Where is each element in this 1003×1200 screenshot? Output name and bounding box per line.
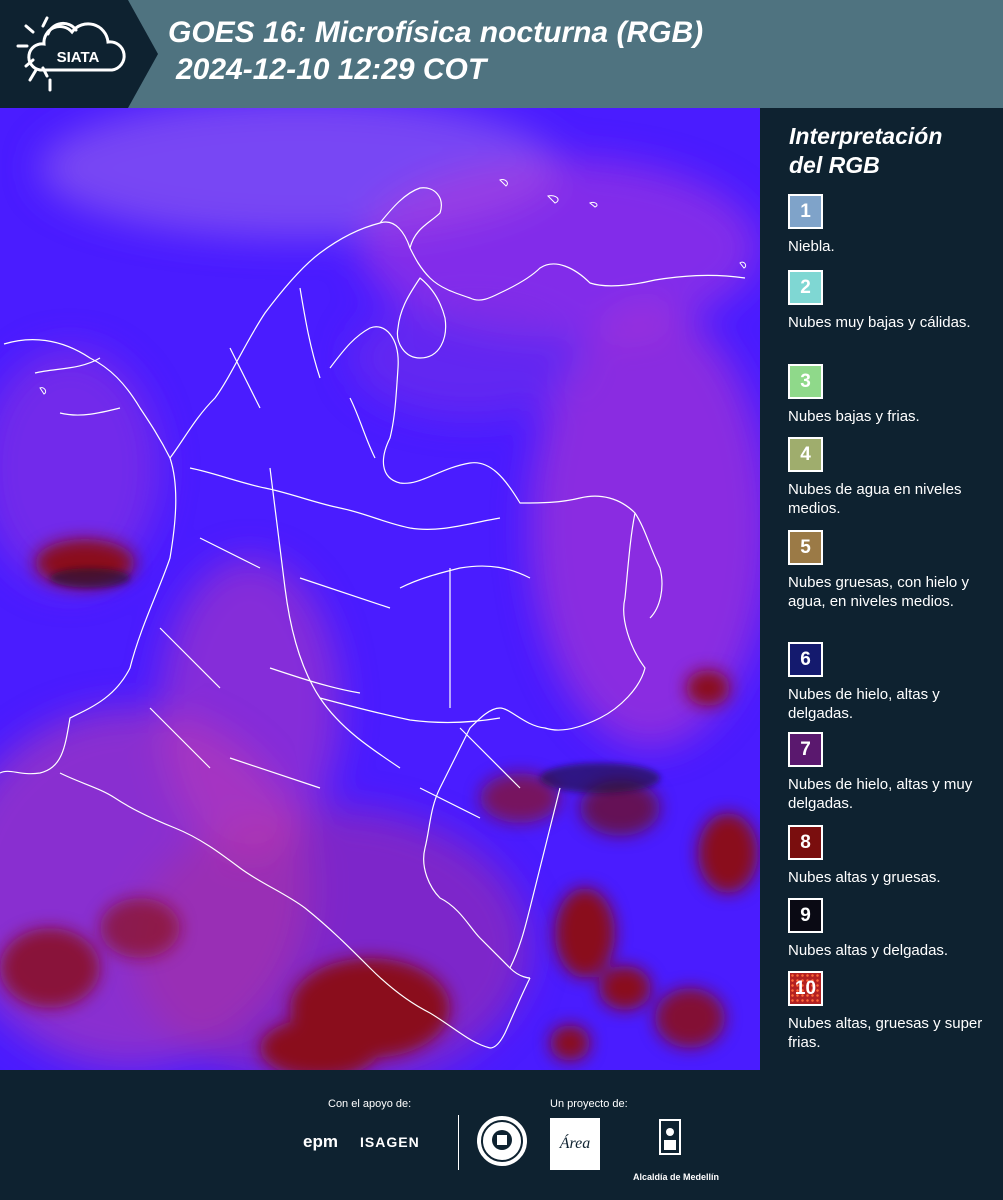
area-metropolitana-logo: Área bbox=[550, 1118, 600, 1170]
title-line-2: 2024-12-10 12:29 COT bbox=[176, 53, 487, 86]
legend-swatch: 2 bbox=[788, 270, 823, 305]
legend-desc: Nubes altas y delgadas. bbox=[788, 942, 949, 959]
legend-swatch: 7 bbox=[788, 732, 823, 767]
legend-desc: Nubes altas, gruesas y super frias. bbox=[788, 1015, 983, 1051]
area-logo-text: Área bbox=[559, 1133, 591, 1152]
legend-item: 5 Nubes gruesas, con hielo y agua, en ni… bbox=[788, 530, 998, 611]
legend-item: 6 Nubes de hielo, altas y delgadas. bbox=[788, 642, 998, 723]
support-label: Con el apoyo de: bbox=[328, 1098, 412, 1110]
title-line-1: GOES 16: Microfísica nocturna (RGB) bbox=[168, 16, 704, 49]
legend-item: 7 Nubes de hielo, altas y muy delgadas. bbox=[788, 732, 998, 813]
epm-logo: epm bbox=[303, 1132, 338, 1151]
legend-swatch: 6 bbox=[788, 642, 823, 677]
legend-swatch: 10 bbox=[788, 971, 823, 1006]
legend-item: 8 Nubes altas y gruesas. bbox=[788, 825, 998, 887]
legend-swatch: 1 bbox=[788, 194, 823, 229]
legend-title-line-1: Interpretación bbox=[789, 123, 943, 149]
legend-panel: Interpretación del RGB 1 Niebla. 2 Nubes… bbox=[760, 108, 1003, 1070]
legend-desc: Nubes altas y gruesas. bbox=[788, 869, 941, 886]
legend-swatch: 5 bbox=[788, 530, 823, 565]
seal-icon bbox=[481, 1120, 523, 1162]
legend-item: 9 Nubes altas y delgadas. bbox=[788, 898, 998, 960]
legend-desc: Nubes bajas y frias. bbox=[788, 408, 920, 425]
legend-item: 4 Nubes de agua en niveles medios. bbox=[788, 437, 998, 518]
legend-item: 3 Nubes bajas y frias. bbox=[788, 364, 998, 426]
legend-swatch: 3 bbox=[788, 364, 823, 399]
legend-swatch: 4 bbox=[788, 437, 823, 472]
isagen-logo: ISAGEN bbox=[360, 1134, 420, 1150]
legend-title: Interpretación del RGB bbox=[789, 122, 942, 180]
legend-swatch: 9 bbox=[788, 898, 823, 933]
legend-swatch: 8 bbox=[788, 825, 823, 860]
header: SIATA GOES 16: Microfísica nocturna (RGB… bbox=[0, 0, 1003, 108]
seal-logo bbox=[477, 1116, 527, 1166]
legend-desc: Nubes de hielo, altas y muy delgadas. bbox=[788, 776, 973, 812]
legend-item: 1 Niebla. bbox=[788, 194, 998, 256]
page: SIATA GOES 16: Microfísica nocturna (RGB… bbox=[0, 0, 1003, 1200]
footer-divider bbox=[458, 1115, 459, 1170]
legend-item: 10 Nubes altas, gruesas y super frias. bbox=[788, 971, 998, 1052]
legend-desc: Nubes de agua en niveles medios. bbox=[788, 481, 962, 517]
alcaldia-text: Alcaldía de Medellín bbox=[633, 1172, 720, 1182]
alcaldia-logo bbox=[659, 1119, 681, 1155]
page-title: GOES 16: Microfísica nocturna (RGB) 2024… bbox=[168, 14, 703, 88]
legend-title-line-2: del RGB bbox=[789, 152, 880, 178]
footer: Con el apoyo de: Un proyecto de: epm ISA… bbox=[0, 1070, 1003, 1200]
satellite-map bbox=[0, 108, 760, 1070]
legend-item: 2 Nubes muy bajas y cálidas. bbox=[788, 270, 998, 332]
legend-desc: Nubes muy bajas y cálidas. bbox=[788, 314, 971, 331]
project-label: Un proyecto de: bbox=[550, 1098, 628, 1110]
siata-logo: SIATA bbox=[0, 0, 158, 108]
legend-desc: Nubes de hielo, altas y delgadas. bbox=[788, 686, 940, 722]
siata-logo-text: SIATA bbox=[57, 49, 100, 66]
legend-desc: Nubes gruesas, con hielo y agua, en nive… bbox=[788, 574, 969, 610]
legend-desc: Niebla. bbox=[788, 238, 835, 255]
